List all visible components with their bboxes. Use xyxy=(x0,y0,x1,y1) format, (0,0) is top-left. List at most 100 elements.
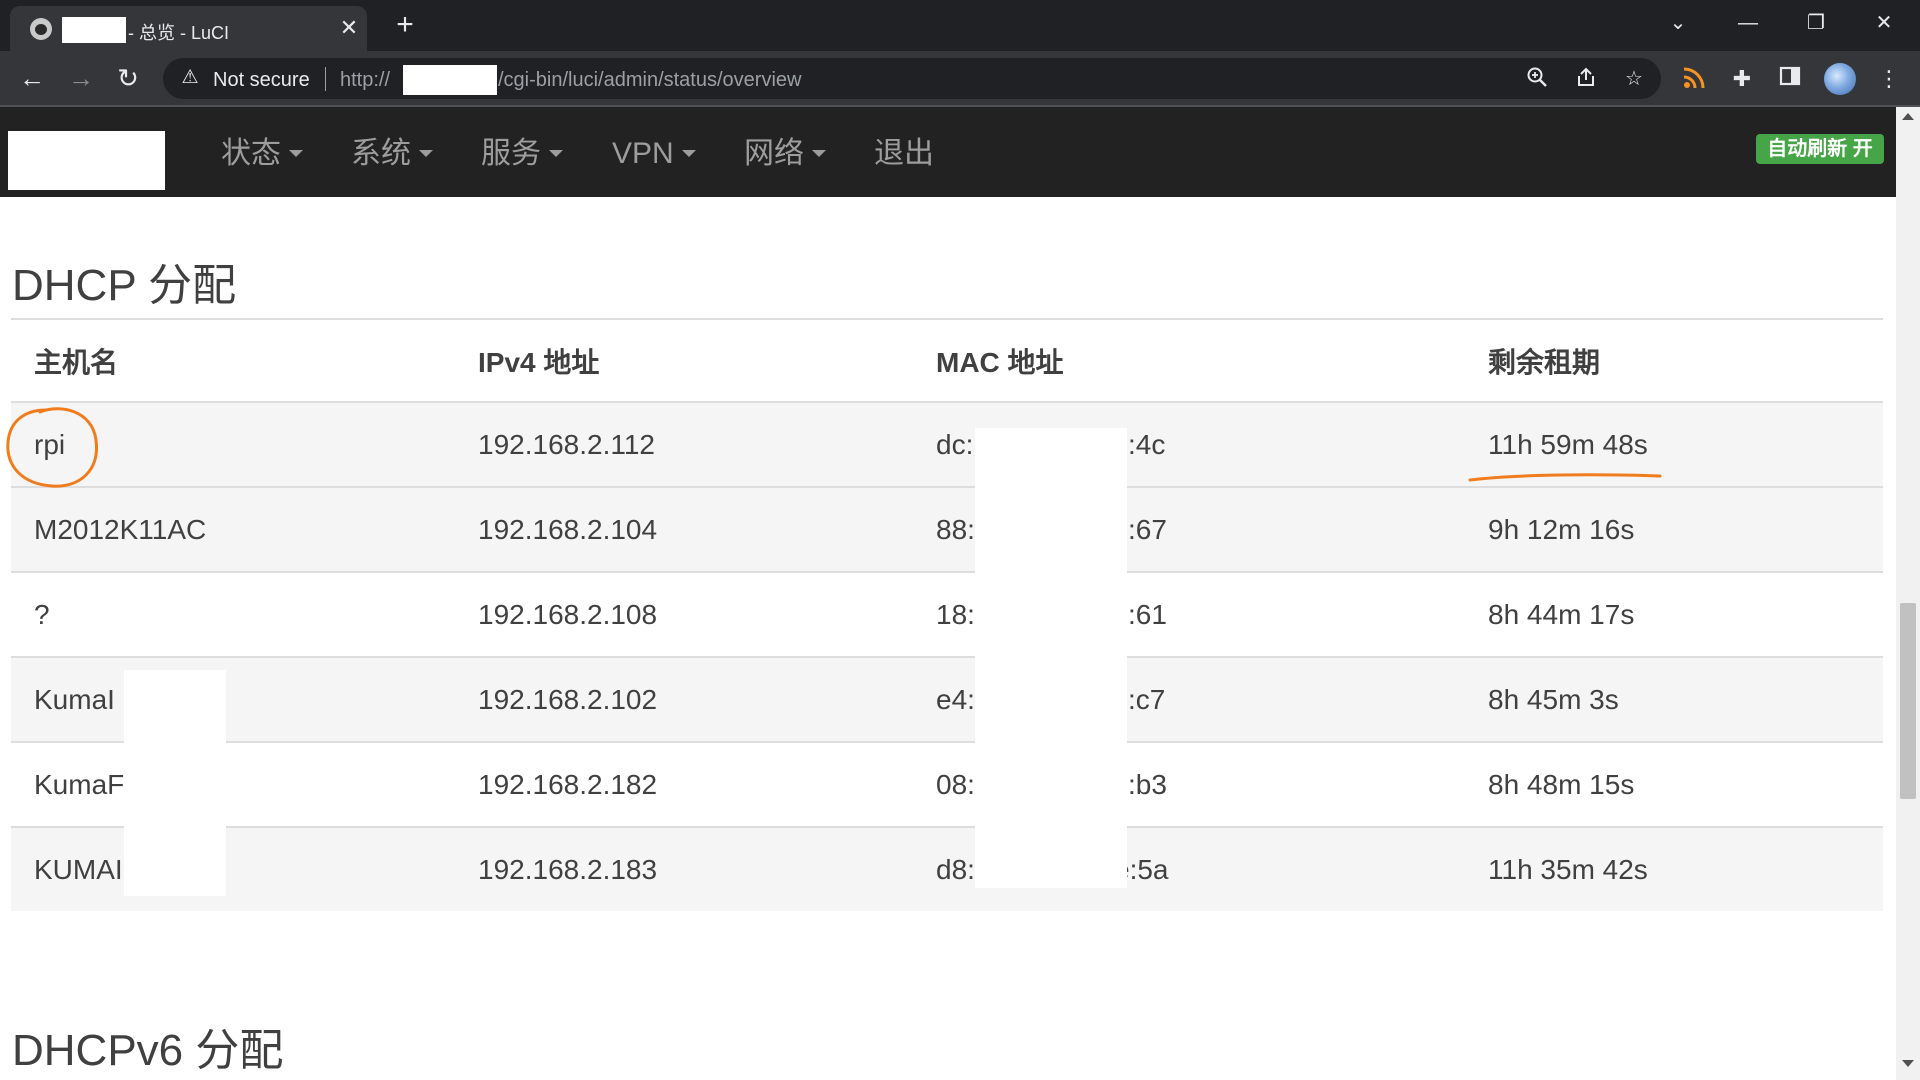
menu-vpn[interactable]: VPN xyxy=(612,131,696,177)
luci-favicon-icon xyxy=(30,18,52,40)
profile-avatar[interactable] xyxy=(1824,63,1856,95)
redacted-block xyxy=(62,17,126,43)
lease-cell: 9h 12m 16s xyxy=(1488,513,1635,545)
menu-label: 状态 xyxy=(221,137,281,170)
tab-close-icon[interactable]: ✕ xyxy=(336,15,362,41)
url-path[interactable]: /cgi-bin/luci/admin/status/overview xyxy=(498,69,801,92)
not-secure-label[interactable]: Not secure xyxy=(213,69,310,92)
menu-label: VPN xyxy=(612,137,674,170)
close-window-button[interactable]: ✕ xyxy=(1864,8,1904,38)
warning-icon[interactable]: ⚠ xyxy=(179,67,201,89)
tab-title: - 总览 - LuCI xyxy=(128,23,230,43)
mac-cell-end: :67 xyxy=(1128,513,1167,545)
omnibox-divider xyxy=(325,67,326,91)
table-row: KUMAI 192.168.2.183 d8: e:5a 11h 35m 42s xyxy=(11,826,1883,911)
scroll-thumb[interactable] xyxy=(1900,603,1916,799)
minimize-button[interactable]: — xyxy=(1728,8,1768,38)
mac-cell-end: :b3 xyxy=(1128,768,1167,800)
redacted-block xyxy=(403,65,497,95)
mac-cell-start: 18: xyxy=(936,598,975,630)
hostname-cell: ? xyxy=(34,598,50,630)
table-row: KumaF 192.168.2.182 08: :b3 8h 48m 15s xyxy=(11,741,1883,826)
menu-logout[interactable]: 退出 xyxy=(874,131,934,177)
redacted-block xyxy=(975,428,1127,888)
autorefresh-toggle[interactable]: 自动刷新 开 xyxy=(1756,134,1884,164)
table-row: KumaI 192.168.2.102 e4: :c7 8h 45m 3s xyxy=(11,656,1883,741)
caret-down-icon xyxy=(812,149,826,157)
hostname-cell: M2012K11AC xyxy=(34,513,207,545)
dhcp-section-title: DHCP 分配 xyxy=(12,261,237,310)
hostname-cell: KumaI xyxy=(34,683,115,715)
lease-cell: 8h 45m 3s xyxy=(1488,683,1619,715)
caret-down-icon xyxy=(681,149,696,157)
menu-label: 网络 xyxy=(744,137,804,170)
lease-cell: 8h 44m 17s xyxy=(1488,598,1635,630)
ipv4-cell: 192.168.2.104 xyxy=(478,513,658,545)
star-icon[interactable]: ☆ xyxy=(1621,66,1647,92)
mac-cell-start: dc: xyxy=(936,428,974,460)
menu-network[interactable]: 网络 xyxy=(744,131,826,177)
table-row: M2012K11AC 192.168.2.104 88: :67 9h 12m … xyxy=(11,486,1883,571)
lease-cell: 8h 48m 15s xyxy=(1488,768,1635,800)
mac-cell-start: d8: xyxy=(936,853,975,885)
luci-navbar: 状态 系统 服务 VPN 网络 退出 自动刷新 开 xyxy=(0,107,1896,197)
table-row: rpi 192.168.2.112 dc: :4c 11h 59m 48s xyxy=(11,401,1883,486)
ipv4-cell: 192.168.2.102 xyxy=(478,683,658,715)
ipv4-cell: 192.168.2.108 xyxy=(478,598,658,630)
lease-cell: 11h 59m 48s xyxy=(1488,428,1648,460)
address-bar[interactable]: ⚠ Not secure http:// /cgi-bin/luci/admin… xyxy=(163,58,1661,99)
hostname-cell: rpi xyxy=(34,428,66,460)
tab-search-icon[interactable]: ⌄ xyxy=(1658,8,1698,38)
page-content: DHCP 分配 主机名 IPv4 地址 MAC 地址 剩余租期 rpi 192.… xyxy=(0,197,1896,1080)
page-scrollbar[interactable] xyxy=(1896,107,1920,1080)
browser-toolbar: ← → ↻ ⚠ Not secure http:// /cgi-bin/luci… xyxy=(0,51,1920,105)
mac-cell-end: :c7 xyxy=(1128,683,1166,715)
sidepanel-icon[interactable] xyxy=(1776,65,1804,93)
table-header-row: 主机名 IPv4 地址 MAC 地址 剩余租期 xyxy=(11,318,1883,401)
url-prefix[interactable]: http:// xyxy=(340,69,390,92)
restore-button[interactable]: ❐ xyxy=(1796,8,1836,38)
menu-icon[interactable]: ⋮ xyxy=(1875,65,1903,93)
column-header-mac: MAC 地址 xyxy=(936,346,1064,378)
caret-down-icon xyxy=(289,149,303,157)
mac-cell-start: 08: xyxy=(936,768,975,800)
caret-down-icon xyxy=(549,149,563,157)
menu-label: 系统 xyxy=(351,137,411,170)
share-icon[interactable] xyxy=(1573,66,1599,92)
scroll-up-icon[interactable] xyxy=(1902,113,1914,120)
scroll-down-icon[interactable] xyxy=(1902,1060,1914,1067)
reload-button[interactable]: ↻ xyxy=(111,61,145,95)
browser-tab-active[interactable]: - 总览 - LuCI ✕ xyxy=(10,6,367,51)
extensions-icon[interactable]: ✚ xyxy=(1728,65,1756,93)
hostname-cell: KUMAI xyxy=(34,853,123,885)
rss-icon[interactable] xyxy=(1680,65,1708,93)
forward-button[interactable]: → xyxy=(64,61,98,95)
hostname-cell: KumaF xyxy=(34,768,125,800)
column-header-ipv4: IPv4 地址 xyxy=(478,346,600,378)
table-row: ? 192.168.2.108 18: :61 8h 44m 17s xyxy=(11,571,1883,656)
column-header-lease: 剩余租期 xyxy=(1488,346,1601,378)
menu-label: 退出 xyxy=(874,137,934,170)
redacted-block xyxy=(124,670,226,896)
ipv4-cell: 192.168.2.182 xyxy=(478,768,658,800)
new-tab-button[interactable]: + xyxy=(390,10,420,40)
menu-status[interactable]: 状态 xyxy=(221,131,303,177)
mac-cell-end: :4c xyxy=(1128,428,1166,460)
back-button[interactable]: ← xyxy=(15,61,49,95)
mac-cell-start: 88: xyxy=(936,513,975,545)
caret-down-icon xyxy=(419,149,433,157)
lease-cell: 11h 35m 42s xyxy=(1488,853,1648,885)
menu-label: 服务 xyxy=(481,137,541,170)
ipv4-cell: 192.168.2.183 xyxy=(478,853,658,885)
brand-logo-redacted[interactable] xyxy=(8,131,165,190)
zoom-icon[interactable] xyxy=(1524,66,1550,92)
dhcpv6-section-title: DHCPv6 分配 xyxy=(12,1026,284,1075)
mac-cell-end: :61 xyxy=(1128,598,1167,630)
ipv4-cell: 192.168.2.112 xyxy=(478,428,655,460)
browser-tab-strip: - 总览 - LuCI ✕ + ⌄ — ❐ ✕ xyxy=(0,0,1920,51)
column-header-hostname: 主机名 xyxy=(34,346,119,378)
mac-cell-start: e4: xyxy=(936,683,975,715)
dhcp-leases-table: 主机名 IPv4 地址 MAC 地址 剩余租期 rpi 192.168.2.11… xyxy=(11,318,1883,911)
menu-system[interactable]: 系统 xyxy=(351,131,433,177)
menu-services[interactable]: 服务 xyxy=(481,131,563,177)
